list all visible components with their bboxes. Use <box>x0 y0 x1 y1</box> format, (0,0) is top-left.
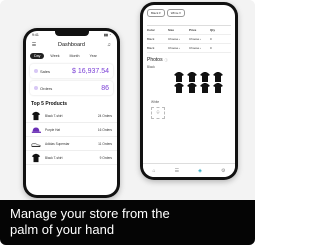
status-time: 9:41 <box>32 33 39 37</box>
status-icons: ▮▮ ◔ <box>104 33 111 37</box>
tshirt-photo[interactable] <box>173 83 185 93</box>
list-item[interactable]: Adidas Superstar 11 Orders <box>26 137 117 151</box>
tshirt-photo[interactable] <box>186 83 198 93</box>
list-item[interactable]: Black T-shirt 9 Orders <box>26 151 117 165</box>
hero-image: Black ▾ White ▾ Color Size Price Qty Bla… <box>0 0 255 200</box>
orders-value: 86 <box>101 84 109 92</box>
filter-chip-white[interactable]: White ▾ <box>166 9 185 17</box>
tshirt-photo[interactable] <box>212 83 224 93</box>
sales-label: Sales <box>40 68 51 74</box>
tshirt-photo[interactable] <box>199 72 211 82</box>
product-name: Black T-shirt <box>45 113 63 118</box>
tshirt-photo[interactable] <box>199 83 211 93</box>
tab-products[interactable]: ◈ <box>198 168 202 174</box>
column-header: Size <box>168 28 175 32</box>
photos-title-text: Photos <box>147 57 163 63</box>
add-photo-button[interactable]: ⌾ <box>151 107 165 119</box>
list-item[interactable]: Black T-shirt 24 Orders <box>26 109 117 123</box>
table-row[interactable]: Black Choose › Choose › 0 <box>147 44 231 53</box>
cell[interactable]: 0 <box>210 46 231 50</box>
cell[interactable]: Choose › <box>189 37 210 41</box>
bottom-tab-bar: ⌂ ☰ ◈ ⚙ <box>143 163 235 177</box>
product-name: Purple Hat <box>45 127 61 132</box>
product-orders: 24 Orders <box>97 113 112 118</box>
table-row[interactable]: Black Choose › Choose › 0 <box>147 35 231 44</box>
photos-section-title: Photos ⓘ <box>143 53 235 64</box>
page-title: Dashboard <box>58 42 85 48</box>
dashboard-screen: 9:41 ▮▮ ◔ ☰ Dashboard ♫ Day Week Month Y… <box>26 31 117 195</box>
period-selector: Day Week Month Year <box>26 51 117 61</box>
product-orders: 11 Orders <box>98 141 112 146</box>
orders-metric-card[interactable]: Orders 86 <box>30 81 113 95</box>
variants-header-row: Color Size Price Qty <box>147 26 231 35</box>
cell[interactable]: 0 <box>210 37 231 41</box>
camera-icon: ⌾ <box>156 110 160 116</box>
tshirt-photo[interactable] <box>212 72 224 82</box>
dashboard-header: ☰ Dashboard ♫ <box>26 39 117 51</box>
sales-label-group: Sales <box>34 69 50 74</box>
sneaker-icon <box>31 142 41 147</box>
variant-filters: Black ▾ White ▾ <box>143 5 235 19</box>
black-photo-grid <box>173 72 231 93</box>
tab-settings[interactable]: ⚙ <box>221 168 225 174</box>
variants-table: Color Size Price Qty Black Choose › Choo… <box>147 25 231 53</box>
tshirt-photo[interactable] <box>173 72 185 82</box>
caption-banner: Manage your store from the palm of your … <box>0 200 255 245</box>
product-name: Adidas Superstar <box>45 141 70 146</box>
orders-label: Orders <box>40 85 53 91</box>
tshirt-photo[interactable] <box>186 72 198 82</box>
cell[interactable]: Choose › <box>168 37 189 41</box>
info-icon: ⓘ <box>164 58 168 62</box>
menu-icon[interactable]: ☰ <box>31 42 37 48</box>
tab-year[interactable]: Year <box>86 53 101 59</box>
tab-home[interactable]: ⌂ <box>153 168 156 174</box>
product-orders: 9 Orders <box>99 155 112 160</box>
product-editor-screen: Black ▾ White ▾ Color Size Price Qty Bla… <box>143 5 235 177</box>
cell: Black <box>147 46 155 50</box>
top-products-title: Top 5 Products <box>31 101 68 107</box>
tab-week[interactable]: Week <box>46 53 63 59</box>
orders-label-group: Orders <box>34 86 52 91</box>
sales-value: $ 16,937.54 <box>72 67 109 75</box>
tab-orders[interactable]: ☰ <box>175 168 179 174</box>
caption-line-1: Manage your store from the <box>10 206 170 221</box>
tshirt-icon <box>31 153 41 162</box>
cell: Black <box>147 37 155 41</box>
tab-day[interactable]: Day <box>30 53 45 59</box>
dashboard-phone: 9:41 ▮▮ ◔ ☰ Dashboard ♫ Day Week Month Y… <box>23 28 120 198</box>
sales-metric-card[interactable]: Sales $ 16,937.54 <box>30 64 113 78</box>
bell-icon[interactable]: ♫ <box>106 42 112 48</box>
column-header: Price <box>189 28 197 32</box>
white-photos-section: White ⌾ <box>147 99 231 119</box>
list-item[interactable]: Purple Hat 16 Orders <box>26 123 117 137</box>
product-name: Black T-shirt <box>45 155 63 160</box>
tshirt-icon <box>31 111 41 120</box>
phone-notch <box>54 31 89 36</box>
product-editor-phone: Black ▾ White ▾ Color Size Price Qty Bla… <box>140 2 238 180</box>
promo-card[interactable]: Black ▾ White ▾ Color Size Price Qty Bla… <box>0 0 255 245</box>
product-orders: 16 Orders <box>97 127 112 132</box>
white-photos-label: White <box>151 100 160 104</box>
cell[interactable]: Choose › <box>189 46 210 50</box>
cell[interactable]: Choose › <box>168 46 189 50</box>
black-photos-label: Black <box>147 65 155 69</box>
filter-chip-black[interactable]: Black ▾ <box>147 9 165 17</box>
tab-month[interactable]: Month <box>66 53 84 59</box>
orders-icon <box>34 86 38 90</box>
hat-icon <box>31 127 41 133</box>
column-header: Color <box>147 28 155 32</box>
sales-icon <box>34 69 38 73</box>
column-header: Qty <box>210 28 216 32</box>
caption-line-2: palm of your hand <box>10 222 115 237</box>
